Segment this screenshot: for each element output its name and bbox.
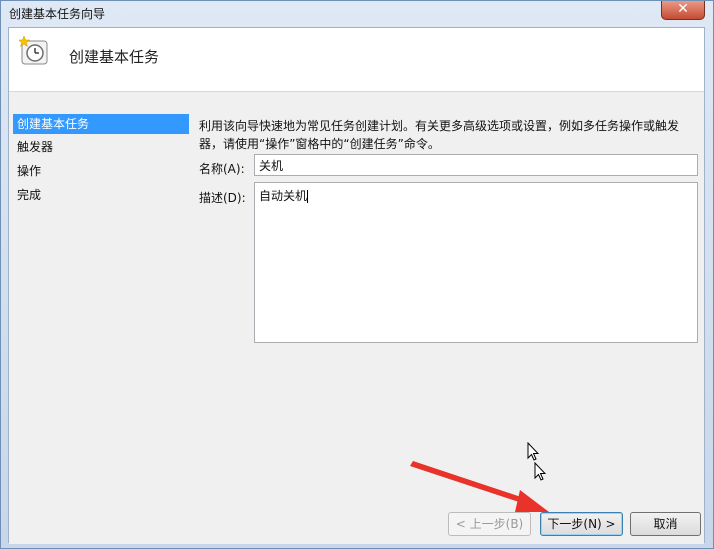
back-button[interactable]: < 上一步(B) [448,512,531,536]
clock-star-icon [19,36,48,65]
description-line-1: 利用该向导快速地为常见任务创建计划。有关更多高级选项或设置，例如多任务操作或触发 [199,119,680,133]
wizard-window: 创建基本任务向导 ✕ 创建基本任务 创建基本任务 触发器 操作 完成 利用该向导… [0,0,714,549]
wizard-description: 利用该向导快速地为常见任务创建计划。有关更多高级选项或设置，例如多任务操作或触发… [199,117,699,153]
close-button[interactable]: ✕ [661,1,705,20]
cancel-button[interactable]: 取消 [630,512,701,536]
description-field-value: 自动关机 [259,189,308,203]
step-action[interactable]: 操作 [13,161,189,181]
wizard-footer: < 上一步(B) 下一步(N) > 取消 [9,507,704,544]
wizard-header: 创建基本任务 [9,28,704,92]
steps-sidebar: 创建基本任务 触发器 操作 完成 [9,92,191,507]
text-caret [307,190,309,203]
name-field-value: 关机 [259,159,284,173]
page-title: 创建基本任务 [69,48,160,66]
description-line-2: 器，请使用“操作”窗格中的“创建任务”命令。 [199,137,440,151]
wizard-content: 创建基本任务 触发器 操作 完成 利用该向导快速地为常见任务创建计划。有关更多高… [9,92,704,507]
name-field[interactable]: 关机 [254,154,698,176]
window-title: 创建基本任务向导 [9,7,106,21]
title-bar: 创建基本任务向导 ✕ [1,1,713,25]
step-finish[interactable]: 完成 [13,185,189,205]
wizard-client-area: 创建基本任务 创建基本任务 触发器 操作 完成 利用该向导快速地为常见任务创建计… [8,27,705,544]
description-label: 描述(D): [199,191,246,205]
description-field[interactable]: 自动关机 [254,182,698,343]
close-icon: ✕ [677,1,689,17]
mouse-cursor-icon [527,442,547,481]
step-trigger[interactable]: 触发器 [13,137,189,157]
step-create-basic-task[interactable]: 创建基本任务 [13,114,189,134]
next-button[interactable]: 下一步(N) > [540,512,623,536]
name-label: 名称(A): [199,162,245,176]
